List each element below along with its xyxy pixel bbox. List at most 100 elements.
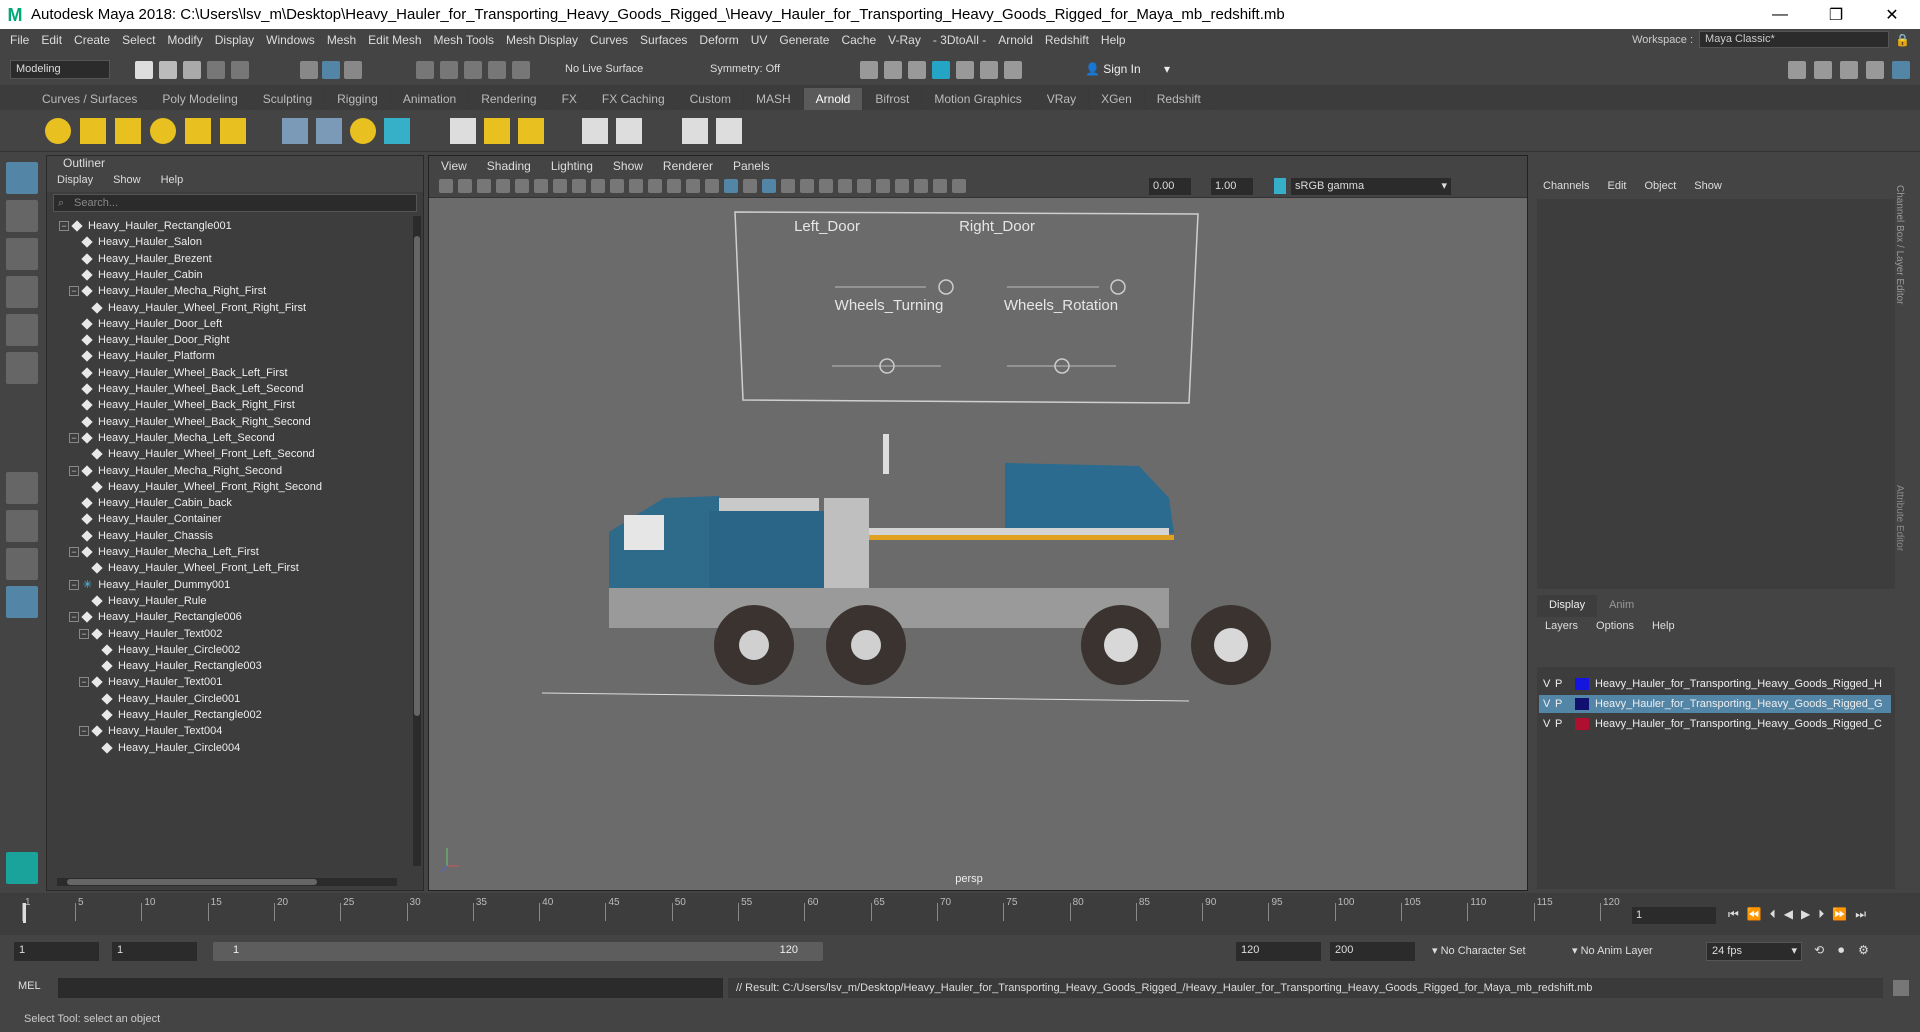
layer-visibility-toggle[interactable]: V [1543,695,1555,713]
menu-set-dropdown[interactable]: Modeling [10,60,110,79]
use-all-lights-icon[interactable] [781,179,795,193]
render-view-shelf-icon[interactable] [450,118,476,144]
menu-item-create[interactable]: Create [70,33,118,47]
render-settings-icon[interactable] [908,61,926,79]
colorspace-dropdown[interactable]: sRGB gamma ▾ [1291,178,1451,195]
menu-item-cache[interactable]: Cache [837,33,884,47]
select-camera-icon[interactable] [439,179,453,193]
lasso-tool-icon[interactable] [6,200,38,232]
standin-icon[interactable] [282,118,308,144]
menu-item-mesh-display[interactable]: Mesh Display [502,33,586,47]
symmetry-dropdown[interactable]: Symmetry: Off [710,60,810,79]
exposure-field[interactable]: 0.00 [1149,178,1191,195]
layer-name[interactable]: Heavy_Hauler_for_Transporting_Heavy_Good… [1595,718,1882,730]
color-management-icon[interactable] [1274,178,1286,194]
gate-mask-icon[interactable] [629,179,643,193]
safe-title-icon[interactable] [686,179,700,193]
expand-toggle-icon[interactable]: − [79,628,89,639]
open-scene-icon[interactable] [159,61,177,79]
expand-toggle-icon[interactable]: − [69,579,79,590]
snap-point-icon[interactable] [464,61,482,79]
menu-item-modify[interactable]: Modify [163,33,210,47]
playback-end-field[interactable]: 120 [1236,942,1321,961]
camera-tools-icon[interactable] [980,61,998,79]
grid-icon[interactable] [572,179,586,193]
export-ass-icon[interactable] [616,118,642,144]
fps-dropdown[interactable]: 24 fps ▾ [1706,942,1802,961]
layer-playback-toggle[interactable]: P [1555,695,1575,713]
volume-icon[interactable] [316,118,342,144]
shelf-tab-sculpting[interactable]: Sculpting [251,88,326,110]
xray-joints-icon[interactable] [933,179,947,193]
physical-sky-icon[interactable] [220,118,246,144]
play-forward-icon[interactable]: ▶ [1801,907,1810,922]
tool-settings-icon[interactable] [1866,61,1884,79]
menu-item-file[interactable]: File [6,33,37,47]
minimize-button[interactable]: — [1752,6,1808,24]
safe-action-icon[interactable] [667,179,681,193]
menu-item-windows[interactable]: Windows [262,33,323,47]
script-language-button[interactable]: MEL [18,980,41,992]
wireframe-icon[interactable] [705,179,719,193]
current-frame-field[interactable]: 1 [1632,907,1716,924]
layer-row[interactable]: V P Heavy_Hauler_for_Transporting_Heavy_Go… [1539,715,1891,733]
outliner-menu-display[interactable]: Display [57,174,93,192]
hypershade-icon[interactable] [932,61,950,79]
menu-item-uv[interactable]: UV [747,33,776,47]
snap-surface-icon[interactable] [512,61,530,79]
film-gate-icon[interactable] [591,179,605,193]
screen-space-ao-icon[interactable] [819,179,833,193]
menu-item--3dtoall-[interactable]: - 3DtoAll - [929,33,994,47]
wireframe-on-shaded-icon[interactable] [743,179,757,193]
ipr-render-icon[interactable] [884,61,902,79]
anim-layer-dropdown[interactable]: ▾ No Anim Layer [1572,942,1682,961]
txmanager-icon[interactable] [518,118,544,144]
left-door-slider-handle[interactable] [938,279,954,295]
expand-toggle-icon[interactable]: − [69,465,79,476]
restore-button[interactable]: ❐ [1808,5,1864,25]
move-tool-icon[interactable] [6,276,38,308]
menu-item-arnold[interactable]: Arnold [994,33,1041,47]
pause-icon[interactable] [1004,61,1022,79]
menu-item-edit[interactable]: Edit [37,33,70,47]
anti-aliasing-icon[interactable] [857,179,871,193]
undo-icon[interactable] [207,61,225,79]
channel-box-menu-object[interactable]: Object [1644,180,1676,192]
shelf-tab-vray[interactable]: VRay [1035,88,1090,110]
shelf-tab-animation[interactable]: Animation [391,88,470,110]
character-controls-icon[interactable] [1814,61,1832,79]
modeling-toolkit-icon[interactable] [1788,61,1806,79]
step-back-key-icon[interactable]: ⏪ [1747,907,1762,922]
scrollbar-thumb[interactable] [414,236,420,716]
outliner-search-field[interactable]: ⌕ Search... [53,194,417,212]
menu-item-v-ray[interactable]: V-Ray [884,33,929,47]
step-forward-key-icon[interactable]: ⏩ [1832,907,1847,922]
channel-box-menu-channels[interactable]: Channels [1543,180,1589,192]
outliner-item[interactable]: Heavy_Hauler_Circle004 [89,738,240,758]
outliner-vertical-scrollbar[interactable] [413,216,421,866]
grease-pencil-icon[interactable] [553,179,567,193]
layer-visibility-toggle[interactable]: V [1543,715,1555,733]
textured-icon[interactable] [762,179,776,193]
anim-end-field[interactable]: 200 [1330,942,1415,961]
resolution-gate-icon[interactable] [610,179,624,193]
2d-pan-zoom-icon[interactable] [534,179,548,193]
four-view-layout-icon[interactable] [6,510,38,542]
outliner-horizontal-scrollbar[interactable] [57,878,397,886]
side-tab-channel-box[interactable]: Channel Box / Layer Editor [1894,185,1905,485]
lock-icon[interactable]: 🔒 [1895,33,1910,47]
layer-tab-anim[interactable]: Anim [1597,595,1646,617]
layer-menu-options[interactable]: Options [1596,620,1634,632]
shelf-tab-rendering[interactable]: Rendering [469,88,550,110]
redo-icon[interactable] [231,61,249,79]
viewport-menu-show[interactable]: Show [613,156,643,176]
play-backward-icon[interactable]: ◀ [1784,907,1793,922]
single-perspective-layout-icon[interactable] [6,472,38,504]
snap-view-icon[interactable] [488,61,506,79]
viewport-menu-lighting[interactable]: Lighting [551,156,593,176]
shelf-tab-custom[interactable]: Custom [678,88,744,110]
layer-color-swatch[interactable] [1575,678,1589,691]
viewport-menu-panels[interactable]: Panels [733,156,770,176]
shelf-tab-motion-graphics[interactable]: Motion Graphics [922,88,1035,110]
select-hierarchy-icon[interactable] [300,61,318,79]
